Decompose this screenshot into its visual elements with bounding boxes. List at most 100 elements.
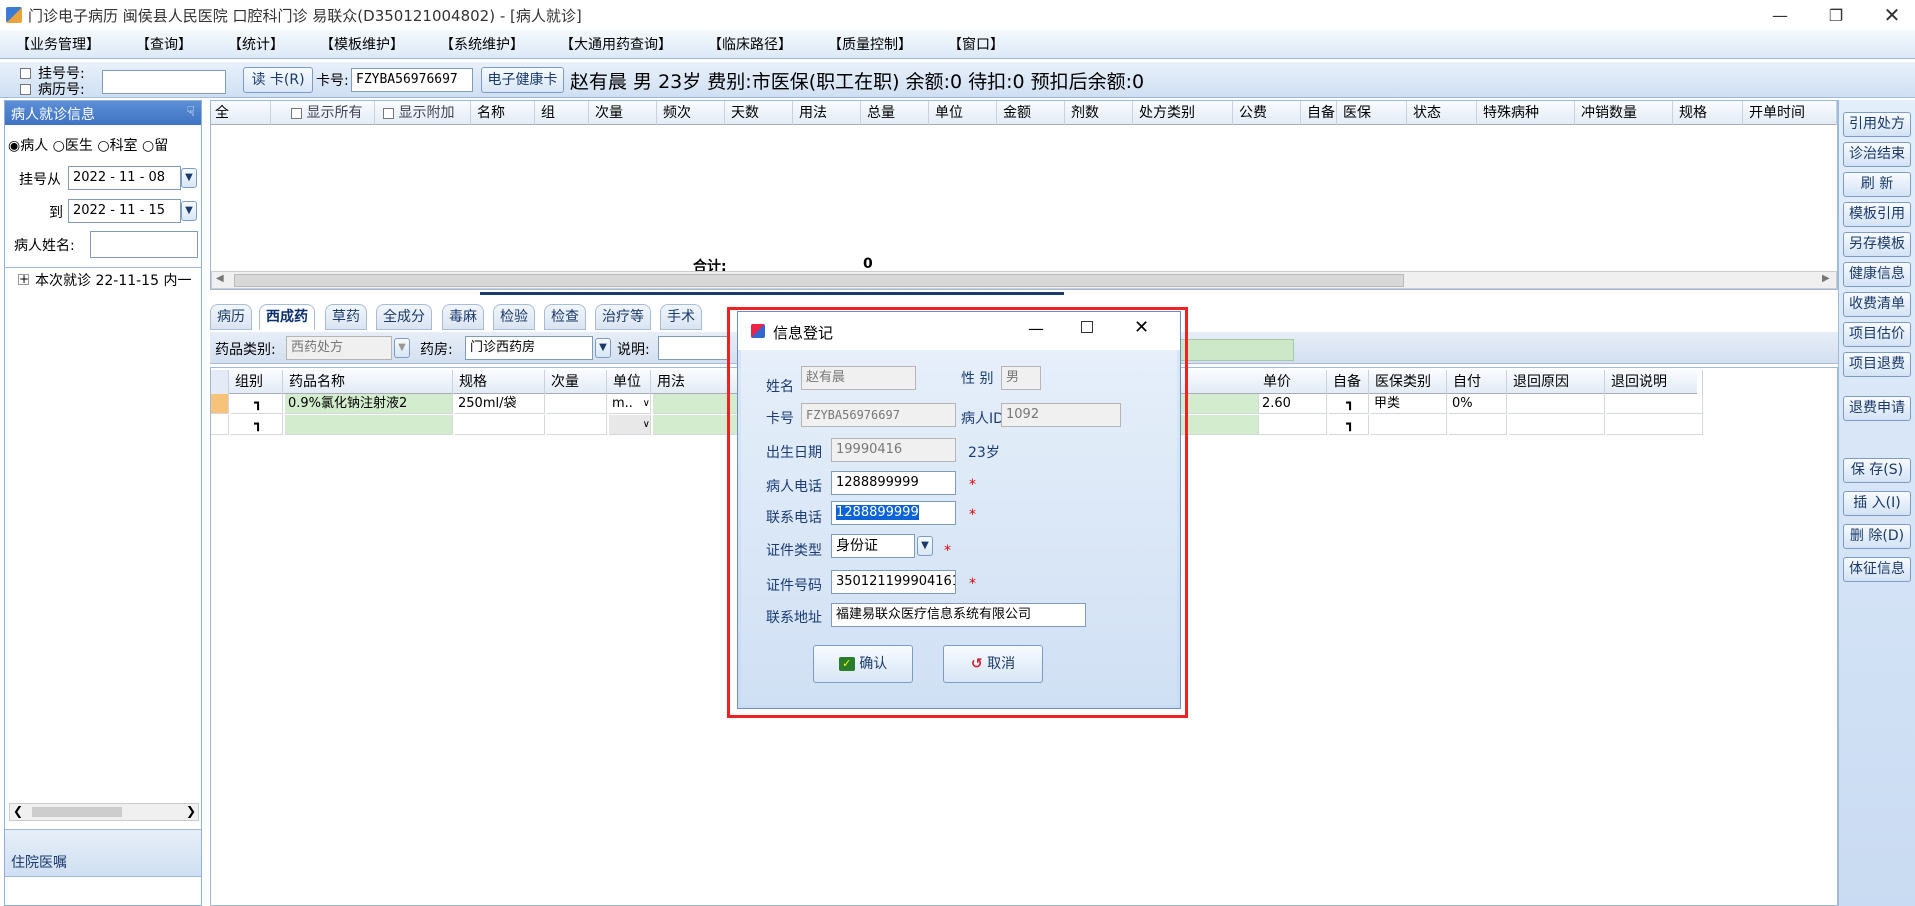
menu-drug-query[interactable]: 【大通用药查询】 xyxy=(560,34,672,54)
chevron-down-icon[interactable]: ▼ xyxy=(181,201,197,221)
menu-clinical-path[interactable]: 【临床路径】 xyxy=(708,34,792,54)
drug-dose-cell[interactable] xyxy=(547,394,607,414)
row-selector[interactable] xyxy=(211,394,229,414)
radio-dept[interactable]: ○ xyxy=(97,138,109,154)
patient-name-input[interactable] xyxy=(90,231,198,258)
cite-prescription-button[interactable]: 引用处方 xyxy=(1843,112,1911,137)
drug-name-cell[interactable]: 0.9%氯化钠注射液2 xyxy=(285,394,453,414)
col-public[interactable]: 公费 xyxy=(1235,101,1301,125)
note-extra-field[interactable] xyxy=(1180,339,1294,361)
finish-diagnosis-button[interactable]: 诊治结束 xyxy=(1843,142,1911,167)
col-show-extra[interactable]: 显示附加 xyxy=(379,101,471,125)
confirm-button[interactable]: ✓ 确认 xyxy=(813,645,913,683)
drug-type-select[interactable]: 西药处方 xyxy=(286,336,392,360)
insert-button[interactable]: 插 入(I) xyxy=(1843,491,1911,516)
col-drug-selfpay[interactable]: 自付 xyxy=(1449,370,1507,394)
inpatient-orders-bar[interactable]: 住院医嘱 xyxy=(5,829,201,877)
chevron-left-icon[interactable]: ◀ xyxy=(216,273,224,284)
col-drug-self[interactable]: 自备 xyxy=(1329,370,1369,394)
menu-statistics[interactable]: 【统计】 xyxy=(228,34,284,54)
chevron-down-icon[interactable]: ▼ xyxy=(917,536,933,556)
col-return-reason[interactable]: 退回原因 xyxy=(1509,370,1605,394)
drug-price-cell[interactable] xyxy=(1259,415,1327,435)
chevron-right-icon[interactable]: ▶ xyxy=(1822,273,1830,284)
chevron-down-icon[interactable]: ▼ xyxy=(181,168,197,188)
pharmacy-select[interactable]: 门诊西药房 xyxy=(465,336,593,360)
col-group-no[interactable]: 组别 xyxy=(231,370,283,394)
col-usage[interactable]: 用法 xyxy=(795,101,861,125)
return-reason-cell[interactable] xyxy=(1509,394,1605,414)
col-all[interactable]: 全 xyxy=(211,101,271,125)
refund-request-button[interactable]: 退费申请 xyxy=(1843,396,1911,421)
chevron-left-icon[interactable]: ❮ xyxy=(13,804,23,818)
drug-dose-cell[interactable] xyxy=(547,415,607,435)
save-template-button[interactable]: 另存模板 xyxy=(1843,232,1911,257)
return-note-cell[interactable] xyxy=(1607,415,1703,435)
drug-insurance-cell[interactable]: 甲类 xyxy=(1371,394,1447,414)
ehealth-card-button[interactable]: 电子健康卡 xyxy=(481,67,564,93)
col-special[interactable]: 特殊病种 xyxy=(1479,101,1575,125)
note-input[interactable] xyxy=(658,336,730,360)
col-drug-spec[interactable]: 规格 xyxy=(455,370,545,394)
row-selector[interactable] xyxy=(211,415,229,435)
restore-icon[interactable]: ❐ xyxy=(1813,0,1859,30)
id-type-select[interactable]: 身份证 xyxy=(831,534,915,558)
chevron-down-icon[interactable]: ▼ xyxy=(394,338,410,358)
group-checkbox[interactable]: ┓ xyxy=(231,394,283,414)
maximize-icon[interactable] xyxy=(1081,321,1093,333)
col-dose[interactable]: 次量 xyxy=(591,101,657,125)
drug-spec-cell[interactable] xyxy=(455,415,545,435)
col-spec[interactable]: 规格 xyxy=(1675,101,1743,125)
health-info-button[interactable]: 健康信息 xyxy=(1843,262,1911,287)
close-icon[interactable]: ✕ xyxy=(1134,317,1149,338)
menu-template[interactable]: 【模板维护】 xyxy=(320,34,404,54)
left-hscrollbar[interactable]: ❮ ❯ xyxy=(9,803,199,821)
delete-button[interactable]: 删 除(D) xyxy=(1843,524,1911,549)
group-checkbox[interactable]: ┓ xyxy=(231,415,283,435)
col-days[interactable]: 天数 xyxy=(727,101,793,125)
drug-selfpay-cell[interactable] xyxy=(1449,415,1507,435)
minimize-icon[interactable]: — xyxy=(1028,319,1044,338)
radio-doctor[interactable]: ○ xyxy=(53,138,65,154)
radio-patient[interactable]: ◉ xyxy=(8,138,20,154)
col-status[interactable]: 状态 xyxy=(1409,101,1477,125)
drug-selfpay-cell[interactable]: 0% xyxy=(1449,394,1507,414)
expand-icon[interactable]: + xyxy=(18,273,29,285)
drug-price-cell[interactable]: 2.60 xyxy=(1259,394,1327,414)
chevron-down-icon[interactable]: ∨ xyxy=(643,394,650,413)
return-reason-cell[interactable] xyxy=(1509,415,1605,435)
drug-unit-cell[interactable]: ∨ xyxy=(609,415,651,435)
radio-stay[interactable]: ○ xyxy=(142,138,154,154)
reg-no-input[interactable] xyxy=(102,70,226,94)
item-estimate-button[interactable]: 项目估价 xyxy=(1843,322,1911,347)
col-writeoff[interactable]: 冲销数量 xyxy=(1577,101,1673,125)
tab-western-drug[interactable]: 西成药 xyxy=(259,304,315,330)
vitals-button[interactable]: 体征信息 xyxy=(1843,557,1911,582)
col-total[interactable]: 总量 xyxy=(863,101,929,125)
fee-list-button[interactable]: 收费清单 xyxy=(1843,292,1911,317)
col-doses[interactable]: 剂数 xyxy=(1067,101,1133,125)
col-name[interactable]: 名称 xyxy=(473,101,535,125)
record-no-checkbox[interactable] xyxy=(20,84,31,95)
patient-phone-input[interactable]: 1288899999 xyxy=(831,471,956,495)
save-button[interactable]: 保 存(S) xyxy=(1843,458,1911,483)
col-insurance[interactable]: 医保 xyxy=(1339,101,1407,125)
tab-ingredient[interactable]: 全成分 xyxy=(376,304,432,330)
tab-surgery[interactable]: 手术 xyxy=(660,304,702,330)
self-checkbox[interactable]: ┓ xyxy=(1329,415,1369,435)
col-drug-name[interactable]: 药品名称 xyxy=(285,370,453,394)
chevron-down-icon[interactable]: ∨ xyxy=(643,415,650,434)
tab-narcotic[interactable]: 毒麻 xyxy=(442,304,484,330)
tab-herbal[interactable]: 草药 xyxy=(325,304,367,330)
menu-quality[interactable]: 【质量控制】 xyxy=(828,34,912,54)
tab-treatment[interactable]: 治疗等 xyxy=(595,304,651,330)
col-drug-dose[interactable]: 次量 xyxy=(547,370,607,394)
read-card-button[interactable]: 读 卡(R) xyxy=(243,67,313,93)
chevron-down-icon[interactable]: ▼ xyxy=(595,338,611,358)
close-icon[interactable]: ✕ xyxy=(1869,0,1915,30)
minimize-icon[interactable]: — xyxy=(1757,0,1803,30)
refresh-button[interactable]: 刷 新 xyxy=(1843,172,1911,197)
drug-name-cell[interactable] xyxy=(285,415,453,435)
reg-to-date[interactable]: 2022 - 11 - 15 xyxy=(68,199,181,223)
id-no-input[interactable]: 350121199904161295 xyxy=(831,570,956,594)
